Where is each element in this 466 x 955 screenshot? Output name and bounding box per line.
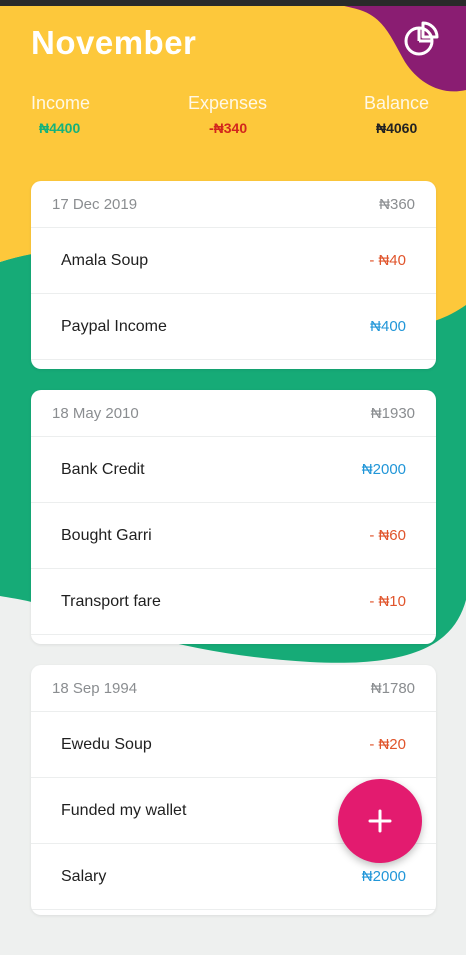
expenses-stat: Expenses -₦340: [188, 93, 267, 136]
transaction-amount: ₦2000: [361, 461, 406, 478]
transaction-amount: - ₦40: [369, 252, 406, 269]
balance-value: ₦4060: [376, 120, 418, 136]
month-title: November: [31, 24, 197, 61]
expenses-label: Expenses: [188, 93, 268, 113]
group-total: ₦1780: [370, 679, 415, 697]
transaction-row[interactable]: Bank Credit ₦2000: [31, 437, 436, 503]
plus-icon: [368, 809, 392, 833]
transaction-amount: ₦400: [370, 318, 406, 335]
transaction-name: Bank Credit: [61, 460, 145, 478]
transaction-row[interactable]: Ewedu Soup - ₦20: [31, 712, 436, 778]
transaction-name: Paypal Income: [61, 317, 167, 335]
summary-header: November Income ₦4400 Expenses -₦340 Bal…: [0, 0, 466, 170]
transaction-amount: ₦2000: [361, 868, 406, 885]
transaction-name: Bought Garri: [61, 526, 152, 544]
income-label: Income: [31, 93, 91, 113]
transaction-name: Transport fare: [61, 592, 161, 610]
group-date: 18 Sep 1994: [52, 679, 138, 697]
expenses-value: -₦340: [209, 120, 248, 136]
balance-stat: Balance ₦4060: [364, 93, 429, 136]
transaction-group-card: 18 May 2010 ₦1930 Bank Credit ₦2000 Boug…: [31, 390, 436, 644]
group-header: 18 May 2010 ₦1930: [31, 390, 436, 437]
group-date: 18 May 2010: [52, 404, 139, 422]
group-total: ₦360: [379, 195, 415, 213]
transaction-row[interactable]: Bought Garri - ₦60: [31, 503, 436, 569]
status-bar-strip: [0, 0, 466, 6]
group-header: 17 Dec 2019 ₦360: [31, 181, 436, 228]
transaction-row[interactable]: Amala Soup - ₦40: [31, 228, 436, 294]
transaction-group-card: 17 Dec 2019 ₦360 Amala Soup - ₦40 Paypal…: [31, 181, 436, 369]
group-total: ₦1930: [370, 404, 415, 422]
transaction-row[interactable]: Paypal Income ₦400: [31, 294, 436, 360]
balance-label: Balance: [364, 93, 430, 113]
add-transaction-button[interactable]: [338, 779, 422, 863]
group-date: 17 Dec 2019: [52, 195, 138, 213]
transaction-amount: - ₦60: [369, 527, 406, 544]
income-stat: Income ₦4400: [31, 93, 90, 136]
transaction-amount: - ₦20: [369, 736, 406, 753]
transaction-row[interactable]: Transport fare - ₦10: [31, 569, 436, 635]
income-value: ₦4400: [39, 120, 81, 136]
pie-chart-icon[interactable]: [402, 20, 440, 58]
transaction-amount: - ₦10: [369, 593, 406, 610]
transaction-name: Funded my wallet: [61, 801, 187, 819]
transaction-name: Amala Soup: [61, 251, 149, 269]
transaction-name: Ewedu Soup: [61, 735, 152, 753]
transaction-name: Salary: [61, 867, 107, 885]
group-header: 18 Sep 1994 ₦1780: [31, 665, 436, 712]
